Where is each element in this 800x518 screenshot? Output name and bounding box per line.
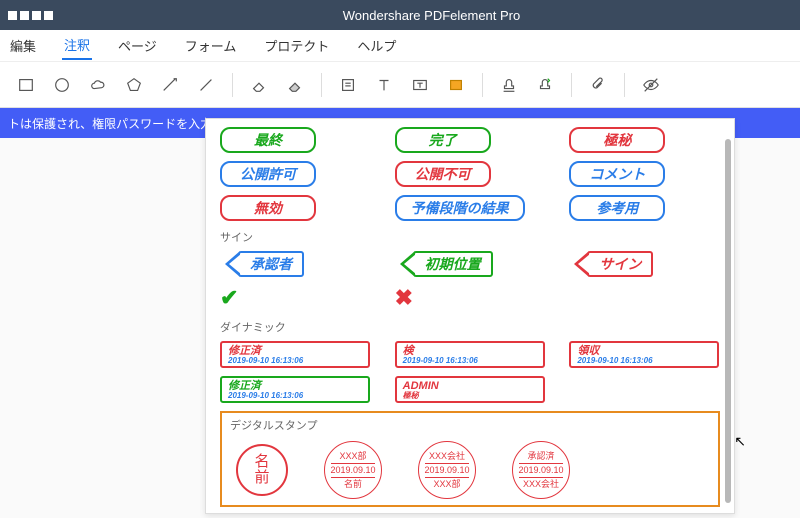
stamp-void[interactable]: 無効 xyxy=(220,195,316,221)
dyn-revised-green[interactable]: 修正済2019-09-10 16:13:06 xyxy=(220,376,370,403)
stamp-row: 公開許可 公開不可 コメント xyxy=(220,161,720,187)
textbox-icon[interactable] xyxy=(406,71,434,99)
stamp-confidential[interactable]: 極秘 xyxy=(569,127,665,153)
stamp-public-ng[interactable]: 公開不可 xyxy=(395,161,491,187)
separator xyxy=(571,73,572,97)
menubar: 編集 注釈 ページ フォーム プロテクト ヘルプ xyxy=(0,30,800,62)
banner-text: トは保護され、権限パスワードを入力 xyxy=(8,115,212,132)
stamp-reference[interactable]: 参考用 xyxy=(569,195,665,221)
arrow-approver[interactable]: 承認者 xyxy=(238,251,304,277)
check-icon[interactable]: ✔ xyxy=(220,285,238,310)
mark-row: ✔ ✖ xyxy=(220,285,720,311)
seal-name[interactable]: 名 前 xyxy=(236,444,288,496)
digital-stamp-highlight: デジタルスタンプ 名 前 XXX部 2019.09.10 名前 XXX会社 20… xyxy=(220,411,720,507)
titlebar: Wondershare PDFelement Pro xyxy=(0,0,800,30)
menu-form[interactable]: フォーム xyxy=(183,32,239,59)
cursor-icon: ↖ xyxy=(734,433,746,450)
stamp-complete[interactable]: 完了 xyxy=(395,127,491,153)
separator xyxy=(232,73,233,97)
shape-circle-icon[interactable] xyxy=(48,71,76,99)
menu-edit[interactable]: 編集 xyxy=(8,32,38,59)
menu-page[interactable]: ページ xyxy=(116,32,159,59)
dynamic-row: 修正済2019-09-10 16:13:06 検2019-09-10 16:13… xyxy=(220,341,720,368)
dynamic-row: 修正済2019-09-10 16:13:06 ADMIN極秘 xyxy=(220,376,720,403)
separator xyxy=(321,73,322,97)
eraser-icon[interactable] xyxy=(245,71,273,99)
panel-scrollbar[interactable] xyxy=(725,139,731,503)
stamp-comment[interactable]: コメント xyxy=(569,161,665,187)
arrow-initial[interactable]: 初期位置 xyxy=(413,251,493,277)
toolbar xyxy=(0,62,800,108)
arrow-sign[interactable]: サイン xyxy=(587,251,653,277)
dyn-inspect[interactable]: 検2019-09-10 16:13:06 xyxy=(395,341,545,368)
separator xyxy=(624,73,625,97)
dyn-revised[interactable]: 修正済2019-09-10 16:13:06 xyxy=(220,341,370,368)
shape-polygon-icon[interactable] xyxy=(120,71,148,99)
digital-stamp-row: 名 前 XXX部 2019.09.10 名前 XXX会社 2019.09.10 … xyxy=(230,439,710,499)
menu-help[interactable]: ヘルプ xyxy=(355,32,398,59)
seal-company[interactable]: XXX会社 2019.09.10 XXX部 xyxy=(418,441,476,499)
shape-measure-icon[interactable] xyxy=(156,71,184,99)
attachment-icon[interactable] xyxy=(584,71,612,99)
stamp-row: 最終 完了 極秘 xyxy=(220,127,720,153)
hide-annot-icon[interactable] xyxy=(637,71,665,99)
stamp-row: 無効 予備段階の結果 参考用 xyxy=(220,195,720,221)
text-icon[interactable] xyxy=(370,71,398,99)
stamp-final[interactable]: 最終 xyxy=(220,127,316,153)
shape-cloud-icon[interactable] xyxy=(84,71,112,99)
separator xyxy=(482,73,483,97)
menu-protect[interactable]: プロテクト xyxy=(262,32,331,59)
workspace: 最終 完了 極秘 公開許可 公開不可 コメント 無効 予備段階の結果 参考用 サ… xyxy=(0,138,800,518)
arrow-row: 承認者 初期位置 サイン xyxy=(220,251,720,277)
stamp-prelim[interactable]: 予備段階の結果 xyxy=(395,195,525,221)
menu-annotate[interactable]: 注釈 xyxy=(62,31,92,60)
eraser-alt-icon[interactable] xyxy=(281,71,309,99)
stamp-public-ok[interactable]: 公開許可 xyxy=(220,161,316,187)
stamp-icon[interactable] xyxy=(495,71,523,99)
app-title: Wondershare PDFelement Pro xyxy=(71,8,792,23)
stamp-custom-icon[interactable] xyxy=(531,71,559,99)
highlight-area-icon[interactable] xyxy=(442,71,470,99)
section-digital: デジタルスタンプ xyxy=(230,417,710,433)
seal-approved[interactable]: 承認済 2019.09.10 XXX会社 xyxy=(512,441,570,499)
seal-dept[interactable]: XXX部 2019.09.10 名前 xyxy=(324,441,382,499)
section-dynamic: ダイナミック xyxy=(220,319,720,335)
note-icon[interactable] xyxy=(334,71,362,99)
stamps-panel: 最終 完了 極秘 公開許可 公開不可 コメント 無効 予備段階の結果 参考用 サ… xyxy=(205,118,735,514)
shape-line-icon[interactable] xyxy=(192,71,220,99)
app-icon xyxy=(8,11,53,20)
section-sign: サイン xyxy=(220,229,720,245)
cross-icon[interactable]: ✖ xyxy=(395,285,413,310)
dyn-receipt[interactable]: 領収2019-09-10 16:13:06 xyxy=(569,341,719,368)
shape-rect-icon[interactable] xyxy=(12,71,40,99)
dyn-admin[interactable]: ADMIN極秘 xyxy=(395,376,545,403)
